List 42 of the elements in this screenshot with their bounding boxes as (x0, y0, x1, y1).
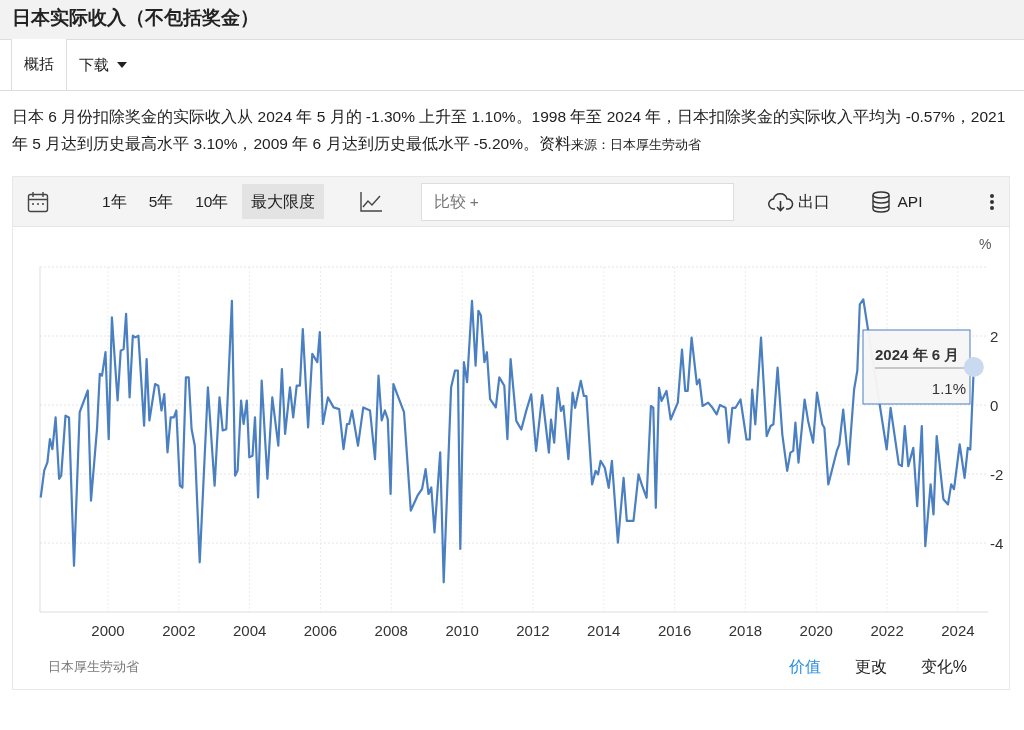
unit-label: % (979, 236, 992, 252)
view-option[interactable]: 价值 (788, 655, 821, 679)
x-axis-label: 2012 (516, 622, 550, 639)
export-button[interactable]: 出口 (763, 185, 834, 218)
x-axis-label: 2014 (587, 622, 621, 639)
x-axis-label: 2010 (445, 622, 479, 639)
description-text: 日本 6 月份扣除奖金的实际收入从 2024 年 5 月的 -1.30% 上升至 1.10%。1998 年至 2024 年，日本扣除奖金的实际收入平均为 -0.57%，2021 年 5 月达到历史最高水平 3.10%，2009 年 6 月达到历史最低水平 -5.20%。资料来源：日本厚生劳动省 (11, 107, 1007, 154)
y-axis-label: 0 (990, 397, 999, 414)
x-axis-label: 2008 (374, 622, 408, 639)
data-point-marker (963, 357, 984, 378)
x-axis-label: 2018 (728, 622, 763, 639)
compare-field[interactable]: 比较 + (420, 182, 734, 221)
range-button[interactable]: 10年 (186, 183, 238, 220)
x-axis-label: 2024 (941, 622, 975, 639)
view-option[interactable]: 变化% (920, 655, 967, 679)
y-axis-label: -2 (990, 466, 1004, 483)
x-axis-label: 2020 (799, 622, 833, 639)
x-axis-label: 2016 (657, 622, 692, 639)
tab[interactable]: 下载 (67, 40, 139, 90)
page-title: 日本实际收入（不包括奖金） (0, 0, 1024, 40)
range-button[interactable]: 最大限度 (241, 183, 324, 220)
y-axis-label: -4 (990, 535, 1004, 552)
x-axis-label: 2000 (91, 622, 125, 639)
database-icon[interactable] (871, 190, 890, 213)
y-axis-label: 2 (990, 328, 999, 345)
range-button[interactable]: 5年 (139, 183, 183, 220)
tooltip-value: 1.1% (931, 380, 966, 397)
more-options-icon[interactable] (989, 192, 995, 211)
x-axis-label: 2002 (162, 622, 196, 639)
x-axis-label: 2022 (870, 622, 904, 639)
view-option[interactable]: 更改 (854, 655, 887, 679)
x-axis-label: 2006 (303, 622, 338, 639)
line-chart-icon[interactable] (359, 191, 383, 212)
tooltip-date: 2024 年 6 月 (875, 346, 960, 363)
tab[interactable]: 概括 (11, 39, 67, 90)
cloud-download-icon[interactable] (767, 191, 794, 212)
calendar-icon[interactable] (27, 190, 49, 213)
x-axis-label: 2004 (232, 622, 267, 639)
source-label: 日本厚生劳动省 (48, 658, 139, 677)
range-button[interactable]: 1年 (93, 183, 136, 220)
api-button[interactable]: API (867, 185, 927, 218)
caret-icon (117, 62, 127, 68)
